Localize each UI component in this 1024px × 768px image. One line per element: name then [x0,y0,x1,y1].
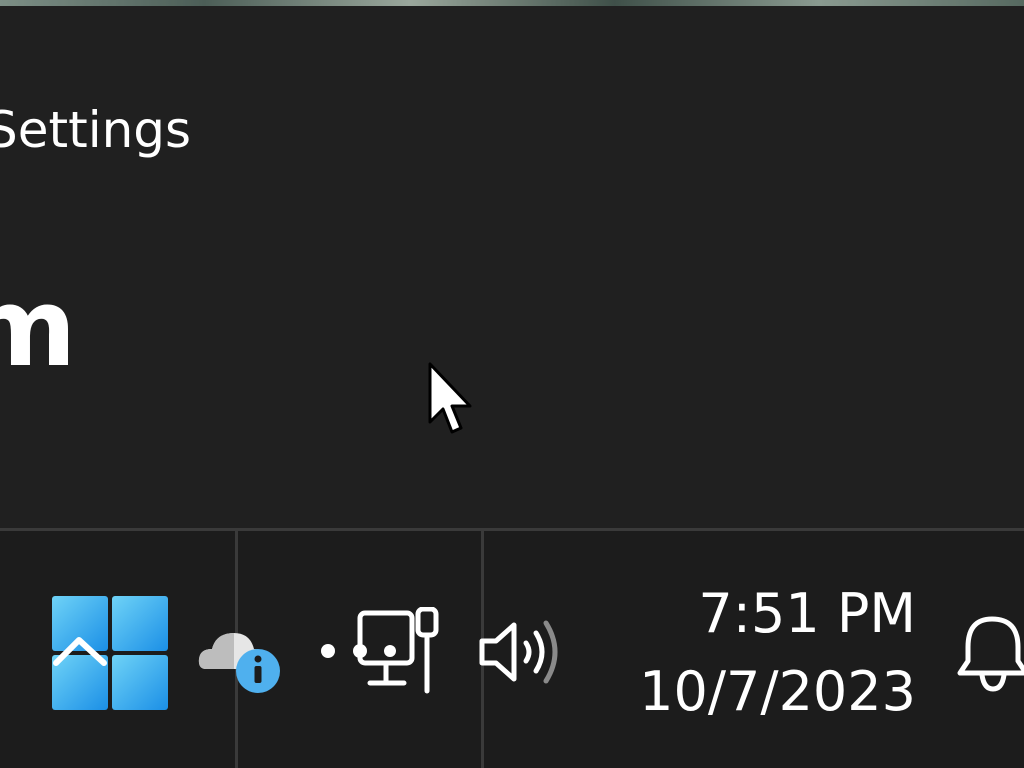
clock-time: 7:51 PM [698,582,916,645]
windows-logo-icon[interactable] [52,596,170,712]
volume-icon[interactable] [478,617,566,687]
notification-bell-icon[interactable] [956,613,1024,693]
settings-window: Settings m [0,6,1024,528]
taskbar-clock[interactable]: 7:51 PM 10/7/2023 [639,575,916,731]
onedrive-info-icon[interactable] [196,619,284,695]
page-heading: m [0,266,77,391]
clock-date: 10/7/2023 [639,660,916,723]
network-icon[interactable] [316,607,448,697]
mouse-cursor-icon [428,362,472,434]
taskbar: 7:51 PM 10/7/2023 [0,528,1024,768]
desktop-screen: Settings m 7:51 PM 10/7/2023 [0,0,1024,768]
window-title: Settings [0,101,192,159]
